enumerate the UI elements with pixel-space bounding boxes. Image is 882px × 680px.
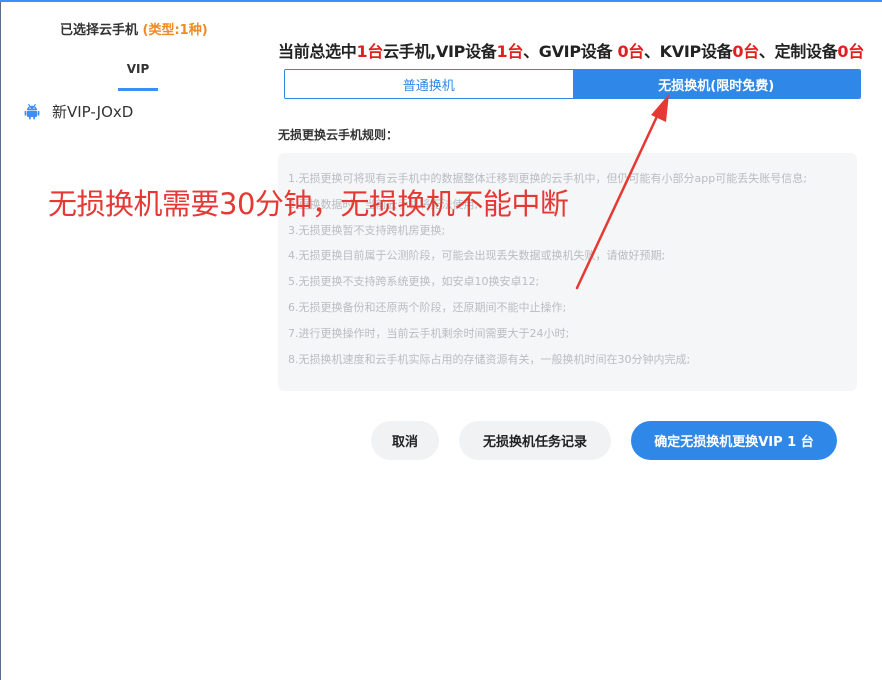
tab-normal-replace[interactable]: 普通换机 bbox=[285, 70, 573, 98]
rule-item: 3.无损更换暂不支持跨机房更换; bbox=[288, 223, 446, 237]
confirm-lossless-replace-button[interactable]: 确定无损换机更换VIP 1 台 bbox=[631, 421, 837, 460]
selected-devices-title: 已选择云手机 (类型:1种) bbox=[60, 19, 208, 38]
summary-text: 、GVIP设备 bbox=[523, 42, 618, 61]
rule-item: 6.无损更换备份和还原两个阶段，还原期间不能中止操作; bbox=[288, 300, 567, 314]
tab-vip-underline bbox=[118, 88, 158, 91]
annotation-text: 无损换机需要30分钟，无损换机不能中断 bbox=[48, 187, 569, 221]
replace-mode-tabs: 普通换机 无损换机(限时免费) bbox=[284, 69, 861, 99]
window-left-border bbox=[0, 2, 1, 680]
rule-item: 5.无损更换不支持跨系统更换，如安卓10换安卓12; bbox=[288, 275, 540, 289]
rule-item: 7.进行更换操作时，当前云手机剩余时间需要大于24小时; bbox=[288, 326, 570, 340]
top-accent-bar bbox=[0, 0, 882, 2]
summary-kvip-count: 0台 bbox=[732, 42, 759, 61]
android-icon bbox=[24, 103, 40, 120]
selection-summary: 当前总选中1台云手机,VIP设备1台、GVIP设备 0台、KVIP设备0台、定制… bbox=[278, 38, 864, 62]
summary-total-count: 1台 bbox=[356, 42, 384, 61]
summary-text: 、定制设备 bbox=[758, 42, 838, 61]
device-name: 新VIP-JOxD bbox=[52, 103, 134, 121]
summary-text: 、KVIP设备 bbox=[643, 42, 733, 61]
type-count-label: (类型:1种) bbox=[142, 23, 208, 38]
rule-item: 8.无损换机速度和云手机实际占用的存储资源有关，一般换机时间在30分钟内完成; bbox=[288, 352, 691, 366]
tab-vip[interactable]: VIP bbox=[118, 62, 158, 76]
cancel-button[interactable]: 取消 bbox=[371, 421, 439, 460]
summary-text: 当前总选中 bbox=[278, 42, 357, 61]
lossless-task-records-button[interactable]: 无损换机任务记录 bbox=[459, 421, 611, 460]
rule-item: 4.无损更换目前属于公测阶段，可能会出现丢失数据或换机失败，请做好预期; bbox=[288, 249, 666, 263]
summary-text: 云手机,VIP设备 bbox=[383, 42, 497, 61]
device-list-item[interactable]: 新VIP-JOxD bbox=[24, 101, 133, 122]
selected-label: 已选择云手机 bbox=[60, 23, 139, 38]
summary-gvip-count: 0台 bbox=[617, 42, 644, 61]
summary-custom-count: 0台 bbox=[837, 42, 864, 61]
rules-title: 无损更换云手机规则： bbox=[278, 128, 399, 142]
summary-vip-count: 1台 bbox=[496, 42, 524, 61]
tab-lossless-replace[interactable]: 无损换机(限时免费) bbox=[572, 70, 860, 98]
